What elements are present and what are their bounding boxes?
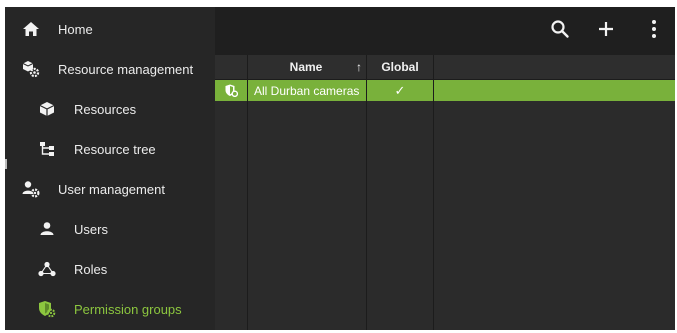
column-header-name-label: Name [289, 60, 323, 74]
sidebar-item-user-management[interactable]: User management [5, 169, 213, 209]
sidebar-item-label: Home [58, 21, 93, 37]
sidebar-item-label: User management [58, 181, 165, 197]
sidebar-item-permission-groups[interactable]: Permission groups [5, 289, 213, 329]
sidebar-item-users[interactable]: Users [5, 209, 213, 249]
search-button[interactable] [548, 19, 572, 43]
sidebar-item-resource-tree[interactable]: Resource tree [5, 129, 213, 169]
sidebar-item-resource-management[interactable]: Resource management [5, 49, 213, 89]
sidebar: Home Resource management Resources Resou… [5, 7, 213, 330]
user-icon [38, 220, 56, 238]
plus-icon [597, 20, 615, 43]
sidebar-item-label: Users [74, 221, 108, 237]
permission-groups-table: Name ↑ Global All Durban cameras ✓ [215, 55, 675, 330]
toolbar [215, 7, 675, 55]
app-window: Home Resource management Resources Resou… [5, 7, 675, 330]
table-header: Name ↑ Global [215, 55, 675, 80]
sidebar-item-roles[interactable]: Roles [5, 249, 213, 289]
column-divider [366, 55, 367, 330]
sidebar-item-label: Roles [74, 261, 108, 277]
more-options-button[interactable] [642, 19, 666, 43]
permission-group-icon [225, 80, 243, 101]
roles-icon [38, 260, 56, 278]
sidebar-item-resources[interactable]: Resources [5, 89, 213, 129]
user-management-icon [22, 180, 40, 198]
add-button[interactable] [594, 19, 618, 43]
column-divider [433, 55, 434, 330]
sort-ascending-icon[interactable]: ↑ [356, 55, 366, 79]
column-header-global[interactable]: Global [367, 55, 433, 79]
column-header-name[interactable]: Name [247, 55, 365, 79]
cell-global-check: ✓ [394, 82, 406, 98]
more-vertical-icon [651, 19, 657, 44]
cube-icon [38, 100, 56, 118]
tree-icon [38, 140, 56, 158]
column-header-global-label: Global [381, 60, 419, 74]
sidebar-item-label: Permission groups [74, 301, 182, 317]
cell-name: All Durban cameras [254, 83, 360, 98]
sidebar-item-home[interactable]: Home [5, 9, 213, 49]
home-icon [22, 20, 40, 38]
resource-management-icon [22, 60, 40, 78]
search-icon [550, 19, 570, 44]
sidebar-item-label: Resource management [58, 61, 194, 77]
table-row[interactable]: All Durban cameras ✓ [215, 80, 675, 101]
sidebar-item-label: Resource tree [74, 141, 156, 157]
column-divider [247, 55, 248, 330]
sidebar-item-label: Resources [74, 101, 137, 117]
permission-groups-icon [38, 300, 56, 318]
main-panel: Name ↑ Global All Durban cameras ✓ [215, 7, 675, 330]
